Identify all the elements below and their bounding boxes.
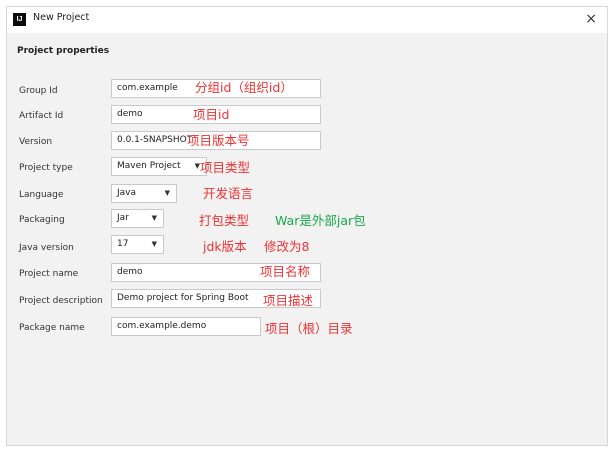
packaging-note: War是外部jar包 (275, 213, 366, 228)
packaging-label: Packaging (19, 215, 65, 225)
new-project-dialog: IJ New Project × Project properties Grou… (6, 6, 608, 446)
packaging-value: Jar (117, 213, 129, 223)
java-version-value: 17 (117, 239, 129, 249)
packaging-dropdown[interactable]: Jar ▼ (111, 209, 164, 228)
language-value: Java (117, 188, 137, 198)
project-description-annotation: 项目描述 (263, 293, 314, 308)
java-version-dropdown[interactable]: 17 ▼ (111, 235, 164, 254)
close-icon[interactable]: × (585, 10, 597, 28)
java-version-annotation: jdk版本 (203, 239, 247, 254)
java-version-label: Java version (19, 243, 74, 253)
chevron-down-icon: ▼ (151, 214, 157, 222)
section-title: Project properties (17, 46, 110, 56)
language-dropdown[interactable]: Java ▼ (111, 184, 177, 203)
group-id-annotation: 分组id（组织id） (195, 80, 293, 95)
language-label: Language (19, 190, 64, 200)
package-name-label: Package name (19, 323, 85, 333)
project-name-label: Project name (19, 269, 79, 279)
chevron-down-icon: ▼ (151, 240, 157, 248)
chevron-down-icon: ▼ (164, 189, 170, 197)
project-type-value: Maven Project (117, 161, 181, 171)
artifact-id-label: Artifact Id (19, 111, 64, 121)
group-id-label: Group Id (19, 86, 58, 96)
project-name-annotation: 项目名称 (260, 264, 311, 279)
project-type-annotation: 项目类型 (200, 160, 251, 175)
project-type-label: Project type (19, 163, 73, 173)
package-name-annotation: 项目（根）目录 (265, 321, 353, 336)
intellij-logo-icon: IJ (13, 13, 26, 26)
packaging-annotation: 打包类型 (199, 213, 250, 228)
project-description-label: Project description (19, 296, 103, 306)
window-title: New Project (33, 12, 90, 23)
project-type-dropdown[interactable]: Maven Project ▼ (111, 157, 207, 176)
version-annotation: 项目版本号 (187, 133, 250, 148)
java-version-note: 修改为8 (264, 239, 310, 254)
title-bar: IJ New Project × (7, 7, 607, 33)
language-annotation: 开发语言 (203, 186, 254, 201)
artifact-id-annotation: 项目id (193, 107, 230, 122)
package-name-input[interactable]: com.example.demo (111, 317, 261, 336)
version-label: Version (19, 137, 53, 147)
